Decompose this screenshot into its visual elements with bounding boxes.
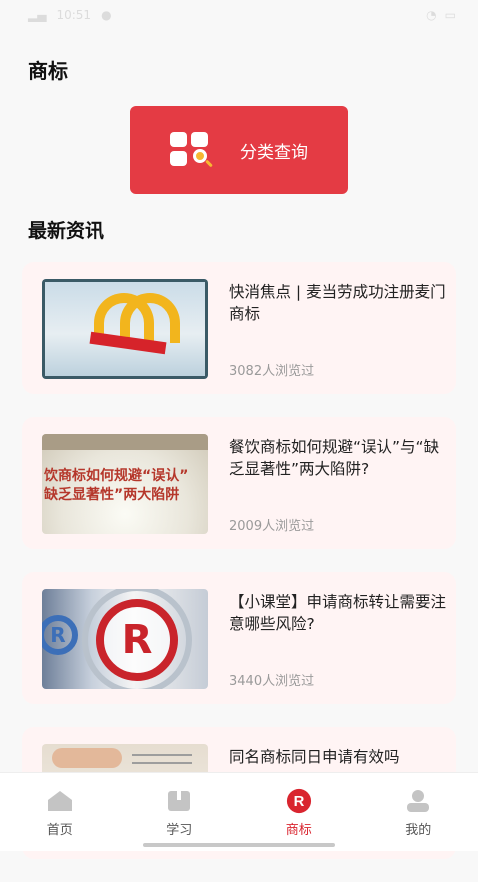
wifi-icon: ◔ <box>426 8 436 22</box>
category-search-button[interactable]: 分类查询 <box>130 106 348 194</box>
home-indicator <box>143 843 335 847</box>
thumb-caption: 缺乏显著性”两大陷阱 <box>44 484 179 504</box>
registered-mark-icon: R <box>96 599 178 681</box>
mcdonalds-arches-image <box>42 279 208 379</box>
news-title: 同名商标同日申请有效吗 <box>229 746 451 768</box>
registered-mark-icon: R <box>42 615 78 655</box>
signal-icon: ▂▄ <box>28 8 46 22</box>
page-title: 商标 <box>28 55 68 84</box>
tab-trademark[interactable]: R 商标 <box>239 773 359 851</box>
news-card[interactable]: 饮商标如何规避“误认” 缺乏显著性”两大陷阱 餐饮商标如何规避“误认”与“缺乏显… <box>22 417 456 549</box>
bottom-tab-bar: 首页 学习 R 商标 我的 <box>0 772 478 851</box>
tab-label: 商标 <box>286 819 312 838</box>
battery-icon: ▭ <box>445 8 456 22</box>
tab-home[interactable]: 首页 <box>0 773 120 851</box>
book-icon <box>166 789 192 813</box>
trademark-r-icon: R <box>286 789 312 813</box>
registered-mark-image: R R <box>42 589 208 689</box>
news-title: 快消焦点 | 麦当劳成功注册麦门商标 <box>229 281 451 325</box>
home-icon <box>47 789 73 813</box>
news-views: 2009人浏览过 <box>229 515 314 534</box>
news-card[interactable]: 快消焦点 | 麦当劳成功注册麦门商标 3082人浏览过 <box>22 262 456 394</box>
news-card[interactable]: R R 【小课堂】申请商标转让需要注意哪些风险? 3440人浏览过 <box>22 572 456 704</box>
trademark-r-letter: R <box>293 794 304 810</box>
tab-label: 我的 <box>405 819 431 838</box>
tab-label: 首页 <box>47 819 73 838</box>
category-search-label: 分类查询 <box>240 138 308 163</box>
thumb-caption: 饮商标如何规避“误认” <box>44 465 188 485</box>
status-bar: ▂▄ 10:51 ● ◔ ▭ <box>0 0 478 30</box>
tab-study[interactable]: 学习 <box>120 773 240 851</box>
tab-profile[interactable]: 我的 <box>359 773 478 851</box>
status-time: 10:51 <box>56 8 91 22</box>
rice-image: 饮商标如何规避“误认” 缺乏显著性”两大陷阱 <box>42 434 208 534</box>
news-title: 餐饮商标如何规避“误认”与“缺乏显著性”两大陷阱? <box>229 436 451 480</box>
news-views: 3440人浏览过 <box>229 670 314 689</box>
news-title: 【小课堂】申请商标转让需要注意哪些风险? <box>229 591 451 635</box>
latest-news-heading: 最新资讯 <box>28 216 104 243</box>
news-views: 3082人浏览过 <box>229 360 314 379</box>
profile-icon <box>405 789 431 813</box>
notification-icon: ● <box>101 8 111 22</box>
tab-label: 学习 <box>166 819 192 838</box>
category-search-icon <box>170 132 214 168</box>
